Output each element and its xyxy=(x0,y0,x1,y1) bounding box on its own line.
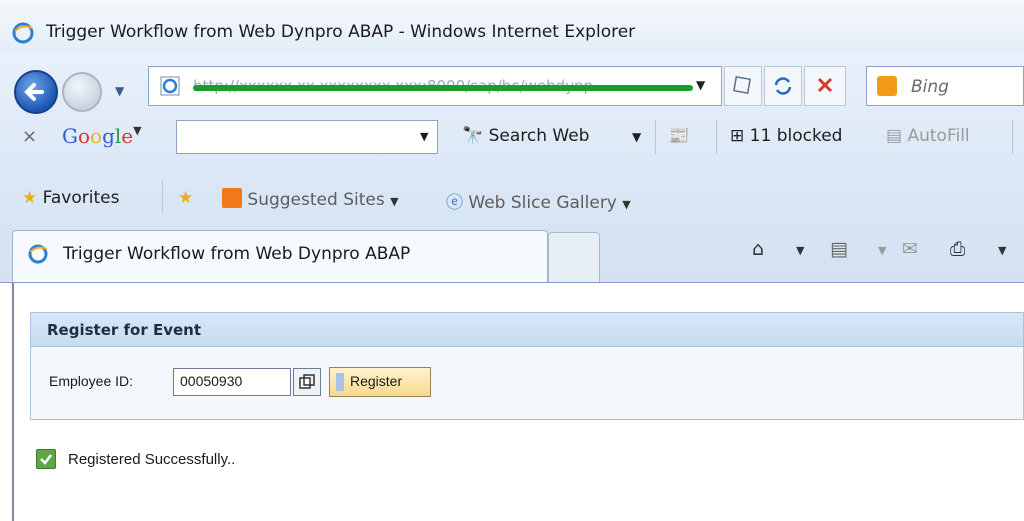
feeds-icon[interactable]: ▤ xyxy=(830,238,848,260)
back-arrow-icon xyxy=(24,83,44,101)
status-message: Registered Successfully.. xyxy=(68,451,236,468)
autofill-icon: ▤ xyxy=(886,126,903,146)
print-icon[interactable]: ⎙ xyxy=(950,238,965,260)
address-url[interactable]: http://xxxxxx.xx.xxxxxxxx.xxx:8000/sap/b… xyxy=(193,77,693,95)
home-dropdown-icon[interactable]: ▼ xyxy=(796,244,804,257)
favorites-button[interactable]: ★ Favorites xyxy=(22,188,119,208)
register-panel: Register for Event Employee ID: 00050930… xyxy=(30,312,1024,420)
autofill-button[interactable]: ▤ AutoFill xyxy=(886,126,970,146)
panel-header: Register for Event xyxy=(31,313,1023,347)
add-favorite-icon[interactable]: ★ xyxy=(178,188,193,208)
refresh-button[interactable] xyxy=(764,66,802,106)
web-slice-gallery-button[interactable]: ⓔ Web Slice Gallery ▼ xyxy=(446,188,631,213)
separator xyxy=(162,180,163,214)
search-web-dropdown-icon[interactable]: ▼ xyxy=(632,130,641,144)
google-logo[interactable]: Google▼ xyxy=(62,124,142,148)
register-button[interactable]: Register xyxy=(329,367,431,397)
separator xyxy=(716,120,717,154)
binoculars-icon: 🔭 xyxy=(462,126,484,146)
google-input-dropdown-icon[interactable]: ▼ xyxy=(420,130,428,143)
tab-title: Trigger Workflow from Web Dynpro ABAP xyxy=(63,244,411,264)
suggested-sites-dropdown-icon: ▼ xyxy=(390,195,399,208)
refresh-icon xyxy=(774,77,792,95)
google-search-input[interactable] xyxy=(176,120,438,154)
employee-id-input[interactable]: 00050930 xyxy=(173,368,291,396)
autofill-label: AutoFill xyxy=(907,126,970,146)
search-web-button[interactable]: 🔭 Search Web xyxy=(462,126,589,146)
history-dropdown-icon[interactable]: ▼ xyxy=(115,84,124,98)
web-slice-label: Web Slice Gallery xyxy=(468,193,617,213)
popup-blocker-icon: ⊞ xyxy=(730,126,745,146)
compatibility-view-button[interactable] xyxy=(724,66,762,106)
window-title: Trigger Workflow from Web Dynpro ABAP - … xyxy=(46,22,636,42)
blocked-label: 11 blocked xyxy=(749,126,843,146)
stop-button[interactable] xyxy=(804,66,846,106)
compatibility-icon xyxy=(733,76,751,94)
panel-title: Register for Event xyxy=(47,321,201,339)
search-placeholder: Bing xyxy=(911,77,949,97)
page-icon xyxy=(160,76,180,96)
success-check-icon xyxy=(36,449,56,469)
web-slice-icon: ⓔ xyxy=(446,193,463,213)
suggested-sites-label: Suggested Sites xyxy=(247,190,385,210)
google-toolbar: × Google▼ ▼ 🔭 Search Web ▼ 📰 ⊞ 11 blocke… xyxy=(0,114,1024,162)
forward-button[interactable] xyxy=(62,72,102,112)
separator xyxy=(655,120,656,154)
web-slice-dropdown-icon: ▼ xyxy=(622,198,631,211)
value-help-button[interactable] xyxy=(293,368,321,396)
address-dropdown-icon[interactable]: ▼ xyxy=(696,78,705,92)
content-border xyxy=(12,283,14,521)
ie-icon xyxy=(12,22,34,44)
separator xyxy=(1012,120,1013,154)
close-toolbar-icon[interactable]: × xyxy=(22,126,37,147)
back-button[interactable] xyxy=(14,70,58,114)
popup-blocker-button[interactable]: ⊞ 11 blocked xyxy=(730,126,842,146)
search-box[interactable]: Bing xyxy=(866,66,1024,106)
favorites-label: Favorites xyxy=(42,188,120,208)
browser-tab[interactable]: Trigger Workflow from Web Dynpro ABAP xyxy=(12,230,548,282)
employee-id-label: Employee ID: xyxy=(49,373,134,389)
feeds-dropdown-icon[interactable]: ▼ xyxy=(878,244,886,257)
favorites-bar: ★ Favorites ★ Suggested Sites ▼ ⓔ Web Sl… xyxy=(0,172,1024,220)
print-dropdown-icon[interactable]: ▼ xyxy=(998,244,1006,257)
stop-icon xyxy=(817,77,833,93)
favorites-star-icon: ★ xyxy=(22,188,38,208)
window-titlebar: Trigger Workflow from Web Dynpro ABAP - … xyxy=(0,0,1024,52)
suggested-sites-icon xyxy=(222,188,242,208)
value-help-icon xyxy=(299,374,315,389)
new-tab-button[interactable] xyxy=(548,232,600,282)
address-bar[interactable]: http://xxxxxx.xx.xxxxxxxx.xxx:8000/sap/b… xyxy=(148,66,722,106)
search-web-label: Search Web xyxy=(488,126,590,146)
home-icon[interactable]: ⌂ xyxy=(752,238,764,260)
bing-icon xyxy=(877,76,897,96)
read-mail-icon[interactable]: ✉ xyxy=(902,238,918,260)
tab-ie-icon xyxy=(28,244,48,264)
news-icon[interactable]: 📰 xyxy=(668,126,689,146)
suggested-sites-button[interactable]: Suggested Sites ▼ xyxy=(222,188,399,210)
